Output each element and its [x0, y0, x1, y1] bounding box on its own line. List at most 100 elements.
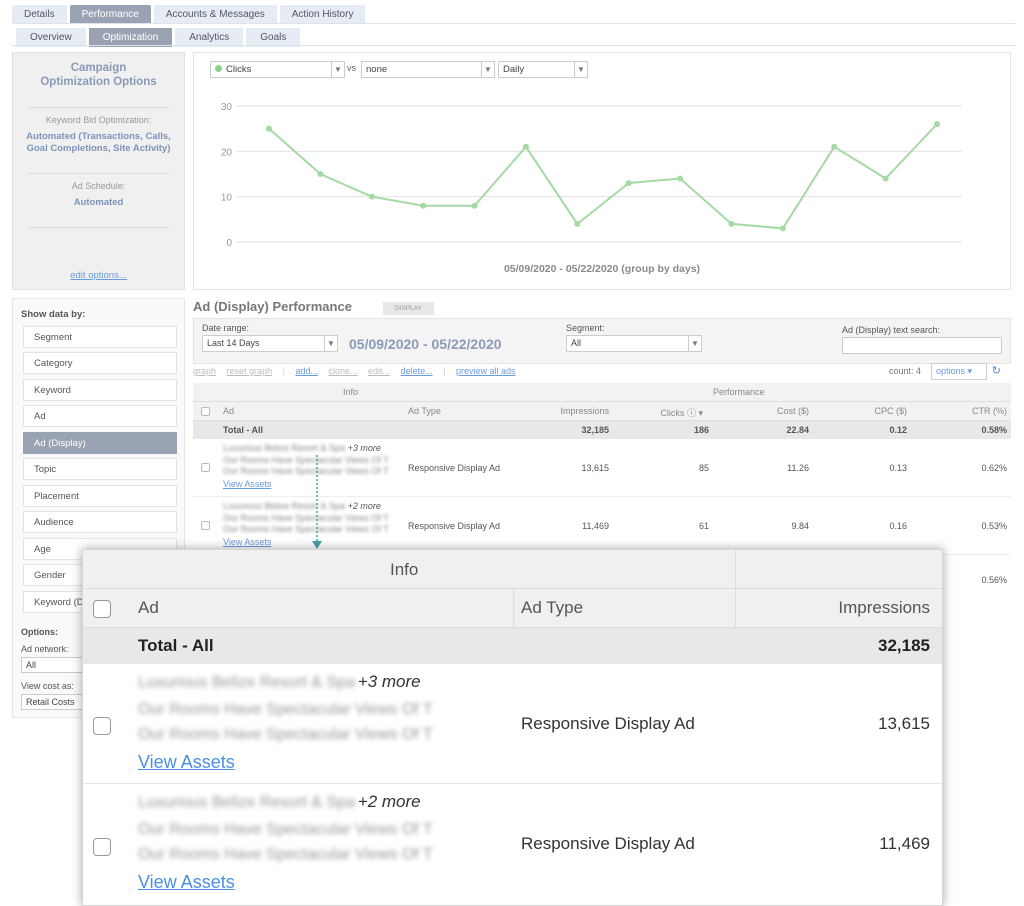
- sidebar-item-ad-display[interactable]: Ad (Display): [23, 432, 177, 454]
- add-link[interactable]: add...: [295, 366, 318, 376]
- total-clicks: 186: [693, 425, 709, 435]
- show-data-by-title: Show data by:: [21, 309, 86, 320]
- ad-type: Responsive Display Ad: [521, 714, 695, 733]
- ad-schedule-value: Automated: [73, 197, 124, 208]
- preview-all-ads-link[interactable]: preview all ads: [456, 366, 516, 376]
- sidebar-item-category[interactable]: Category: [23, 352, 177, 374]
- cpc: 0.16: [889, 521, 907, 531]
- tab-accounts-messages[interactable]: Accounts & Messages: [153, 5, 277, 24]
- graph-link[interactable]: graph: [193, 366, 216, 376]
- subtab-divider: [12, 45, 1016, 46]
- col-ad-type[interactable]: Ad Type: [521, 598, 583, 618]
- sidebar-item-segment[interactable]: Segment: [23, 326, 177, 348]
- col-ad-type[interactable]: Ad Type: [408, 406, 441, 416]
- impressions: 11,469: [582, 521, 609, 531]
- total-cpc: 0.12: [889, 425, 907, 435]
- data-point: [728, 220, 735, 227]
- text-search-input[interactable]: [842, 337, 1002, 354]
- total-cost: 22.84: [786, 425, 809, 435]
- view-assets-link[interactable]: View Assets: [223, 537, 271, 547]
- view-assets-link[interactable]: View Assets: [223, 479, 271, 489]
- sidebar-item-ad[interactable]: Ad: [23, 405, 177, 427]
- clone-link[interactable]: clone...: [329, 366, 358, 376]
- tab-details[interactable]: Details: [12, 5, 67, 24]
- ad-headline: Luxurious Belize Resort & Spa: [223, 443, 346, 453]
- total-label: Total - All: [223, 425, 263, 435]
- view-assets-link[interactable]: View Assets: [138, 752, 235, 773]
- ctr: 0.56%: [981, 575, 1007, 585]
- total-impressions: 32,185: [581, 425, 609, 435]
- col-cpc[interactable]: CPC ($): [874, 406, 907, 416]
- clicks: 61: [698, 521, 709, 531]
- segment-value: All: [571, 338, 582, 348]
- zoomed-table-callout: Info Ad Ad Type Impressions Total - All …: [82, 549, 943, 906]
- text-search-label: Ad (Display) text search:: [842, 325, 941, 335]
- sidebar-item-keyword[interactable]: Keyword: [23, 379, 177, 401]
- performance-title: Ad (Display) Performance: [193, 299, 352, 314]
- divider: [27, 227, 170, 228]
- view-cost-label: View cost as:: [21, 681, 74, 691]
- data-point: [522, 143, 529, 150]
- main-tabs: Details Performance Accounts & Messages …: [12, 5, 366, 24]
- data-point: [471, 202, 478, 209]
- view-assets-link[interactable]: View Assets: [138, 872, 235, 893]
- edit-options-link[interactable]: edit options...: [13, 270, 184, 281]
- data-point: [625, 180, 632, 187]
- sidebar-item-audience[interactable]: Audience: [23, 511, 177, 533]
- tab-performance[interactable]: Performance: [69, 5, 151, 24]
- view-cost-value: Retail Costs: [26, 697, 75, 707]
- row-checkbox[interactable]: [201, 463, 210, 472]
- segment-select[interactable]: All ▼: [566, 335, 702, 352]
- select-all-checkbox[interactable]: [201, 407, 210, 416]
- col-impressions[interactable]: Impressions: [560, 406, 609, 416]
- ad-description: Our Rooms Have Spectacular Views Of T: [223, 455, 389, 465]
- ctr: 0.62%: [981, 463, 1007, 473]
- delete-link[interactable]: delete...: [401, 366, 433, 376]
- reset-graph-link[interactable]: reset graph: [227, 366, 273, 376]
- refresh-icon[interactable]: ↻: [992, 364, 1001, 377]
- info-icon: ⓘ: [686, 408, 696, 418]
- info-group-header: Info: [390, 560, 419, 579]
- date-range-value: Last 14 Days: [207, 338, 260, 348]
- ad-network-label: Ad network:: [21, 644, 69, 654]
- segment-label: Segment:: [566, 323, 605, 333]
- col-cost[interactable]: Cost ($): [777, 406, 809, 416]
- row-checkbox[interactable]: [93, 838, 111, 856]
- zoom-group-header: Info: [83, 550, 942, 589]
- col-ad[interactable]: Ad: [223, 406, 234, 416]
- tab-action-history[interactable]: Action History: [279, 5, 366, 24]
- row-checkbox[interactable]: [201, 521, 210, 530]
- sidebar-item-topic[interactable]: Topic: [23, 458, 177, 480]
- ad-description: Our Rooms Have Spectacular Views Of T: [223, 513, 389, 523]
- col-clicks[interactable]: Clicks ⓘ ▾: [660, 406, 703, 419]
- impressions: 13,615: [581, 463, 609, 473]
- clicks-line-chart: 0 10 20 30 05/09/2020 - 05/22/2020 (group by…: [221, 102, 962, 275]
- display-badge: DISPLAY: [383, 302, 434, 315]
- ad-description: Our Rooms Have Spectacular Views Of T: [138, 846, 433, 863]
- options-dropdown[interactable]: options ▾: [931, 363, 987, 380]
- data-point: [934, 121, 940, 128]
- y-tick-label: 10: [221, 193, 233, 204]
- table-toolbar: graph reset graph | add... clone... edit…: [193, 363, 1011, 382]
- date-range-select[interactable]: Last 14 Days ▼: [202, 335, 338, 352]
- more-count: +2 more: [357, 792, 421, 811]
- y-tick-label: 0: [226, 238, 232, 249]
- chevron-down-icon: ▼: [688, 336, 701, 351]
- table-row: Luxurious Belize Resort & Spa +3 more Ou…: [83, 664, 942, 784]
- cpc: 0.13: [889, 463, 907, 473]
- col-ctr[interactable]: CTR (%): [972, 406, 1007, 416]
- ad-description: Our Rooms Have Spectacular Views Of T: [138, 701, 433, 718]
- select-all-checkbox[interactable]: [93, 600, 111, 618]
- sidebar-item-placement[interactable]: Placement: [23, 485, 177, 507]
- edit-link[interactable]: edit...: [368, 366, 390, 376]
- cost: 9.84: [791, 521, 809, 531]
- date-range-display: 05/09/2020 - 05/22/2020: [349, 336, 502, 352]
- info-group-header: Info: [343, 387, 359, 397]
- optimization-options-panel: Campaign Optimization Options Keyword Bi…: [12, 52, 185, 290]
- impressions: 13,615: [878, 714, 930, 733]
- col-ad[interactable]: Ad: [138, 598, 159, 618]
- col-impressions[interactable]: Impressions: [838, 598, 930, 618]
- ad-description: Our Rooms Have Spectacular Views Of T: [223, 524, 389, 534]
- data-point: [266, 125, 272, 132]
- row-checkbox[interactable]: [93, 717, 111, 735]
